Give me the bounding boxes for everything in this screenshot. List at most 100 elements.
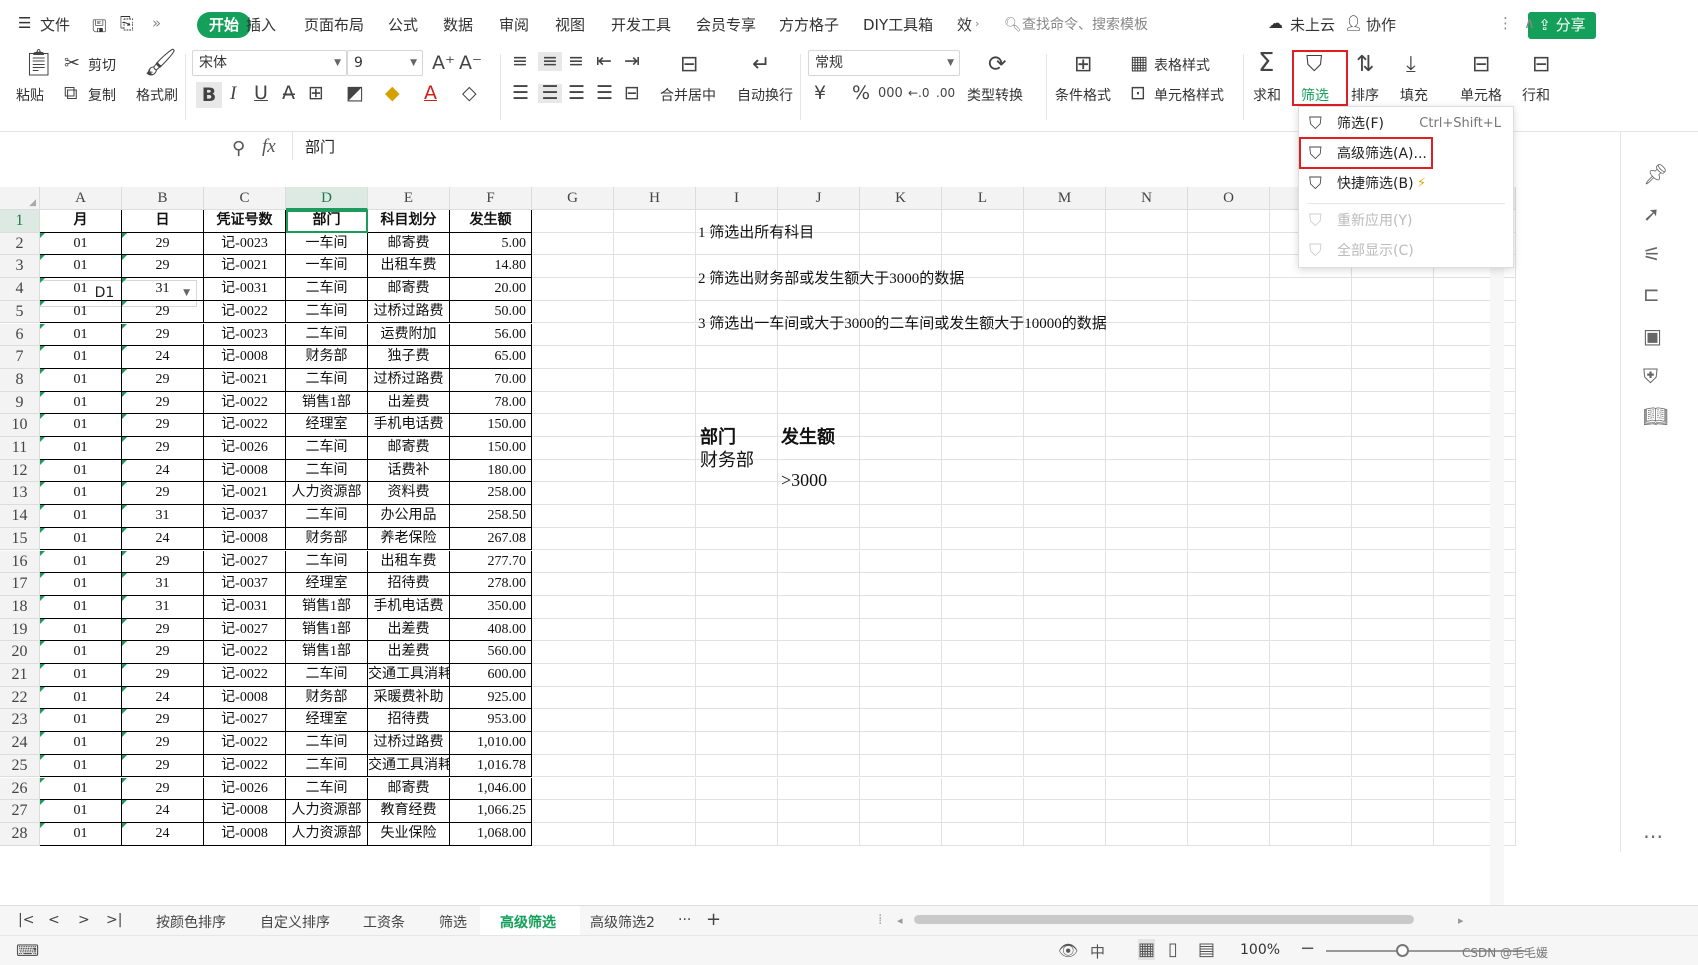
cursor-icon[interactable]: ➚ — [1643, 202, 1660, 226]
empty-cell[interactable] — [942, 595, 1024, 619]
empty-cell[interactable] — [860, 822, 942, 846]
table-cell[interactable]: 资料费 — [368, 482, 450, 506]
empty-cell[interactable] — [1270, 800, 1352, 823]
empty-cell[interactable] — [614, 278, 696, 301]
empty-cell[interactable] — [532, 482, 614, 506]
empty-cell[interactable] — [1188, 527, 1270, 551]
scroll-left-icon[interactable]: ◂ — [897, 914, 903, 927]
table-cell[interactable]: 78.00 — [450, 391, 532, 415]
book-icon[interactable]: 📖︎ — [1643, 404, 1668, 428]
eye-protection-icon[interactable]: 👁︎ — [1058, 941, 1078, 960]
table-cell[interactable]: 01 — [40, 459, 122, 483]
empty-cell[interactable] — [1188, 414, 1270, 437]
empty-cell[interactable] — [696, 573, 778, 596]
row-header-16[interactable]: 16 — [0, 550, 40, 574]
hamburger-icon[interactable]: ☰ — [18, 14, 31, 32]
empty-cell[interactable] — [614, 232, 696, 256]
sheet-tab-payslip[interactable]: 工资条 — [363, 912, 405, 932]
empty-cell[interactable] — [860, 232, 942, 256]
empty-cell[interactable] — [860, 709, 942, 733]
tab-formulas[interactable]: 公式 — [388, 14, 418, 35]
table-cell[interactable]: 记-0022 — [204, 641, 286, 664]
table-cell[interactable]: 过桥过路费 — [368, 368, 450, 392]
select-all-corner[interactable]: ◢ — [0, 187, 40, 210]
row-header-27[interactable]: 27 — [0, 800, 40, 823]
empty-cell[interactable] — [860, 391, 942, 415]
zoom-slider-handle[interactable] — [1396, 944, 1409, 957]
column-header-c[interactable]: C — [204, 187, 286, 210]
share-button[interactable]: ⇪ 分享 — [1528, 12, 1596, 39]
table-cell[interactable]: 29 — [122, 391, 204, 415]
empty-cell[interactable] — [1352, 732, 1434, 755]
table-cell[interactable]: 01 — [40, 414, 122, 437]
table-cell[interactable]: 记-0008 — [204, 822, 286, 846]
table-cell[interactable]: 65.00 — [450, 346, 532, 369]
table-cell[interactable]: 记-0022 — [204, 414, 286, 437]
empty-cell[interactable] — [778, 822, 860, 846]
empty-cell[interactable] — [1270, 686, 1352, 710]
empty-cell[interactable] — [1188, 573, 1270, 596]
empty-cell[interactable] — [942, 459, 1024, 483]
table-cell[interactable]: 01 — [40, 346, 122, 369]
fill-button[interactable]: 填充 — [1400, 85, 1428, 105]
menu-item-filter[interactable]: ⛉ 筛选(F) Ctrl+Shift+L — [1299, 109, 1513, 139]
clear-format-icon[interactable]: ◇ — [462, 84, 477, 103]
empty-cell[interactable] — [1106, 278, 1188, 301]
table-cell[interactable]: 01 — [40, 709, 122, 733]
input-method-icon[interactable]: 中 — [1090, 941, 1105, 962]
empty-cell[interactable] — [1352, 664, 1434, 687]
table-cell[interactable]: 手机电话费 — [368, 414, 450, 437]
empty-cell[interactable] — [1106, 777, 1188, 801]
empty-cell[interactable] — [696, 641, 778, 664]
table-cell[interactable]: 销售1部 — [286, 595, 368, 619]
empty-cell[interactable] — [532, 595, 614, 619]
table-cell[interactable]: 财务部 — [286, 346, 368, 369]
empty-cell[interactable] — [1106, 664, 1188, 687]
decrease-decimal-icon[interactable]: .00 — [936, 84, 955, 103]
empty-cell[interactable] — [532, 641, 614, 664]
empty-cell[interactable] — [1352, 550, 1434, 574]
table-cell[interactable]: 记-0031 — [204, 595, 286, 619]
sheet-tab-color-sort[interactable]: 按颜色排序 — [156, 912, 226, 932]
save-icon[interactable]: 🖫 — [92, 14, 106, 43]
empty-cell[interactable] — [1188, 323, 1270, 347]
empty-cell[interactable] — [1024, 278, 1106, 301]
empty-cell[interactable] — [532, 323, 614, 347]
empty-cell[interactable] — [696, 686, 778, 710]
empty-cell[interactable] — [778, 641, 860, 664]
format-painter-button[interactable]: 格式刷 — [136, 85, 178, 105]
empty-cell[interactable] — [1024, 368, 1106, 392]
table-cell[interactable]: 29 — [122, 550, 204, 574]
table-header-cell[interactable]: 月 — [40, 210, 122, 233]
row-header-28[interactable]: 28 — [0, 822, 40, 846]
tab-diy-toolbox[interactable]: DIY工具箱 — [863, 14, 933, 35]
table-cell[interactable]: 记-0022 — [204, 300, 286, 324]
empty-cell[interactable] — [860, 459, 942, 483]
empty-cell[interactable] — [696, 527, 778, 551]
row-header-11[interactable]: 11 — [0, 437, 40, 460]
table-cell[interactable]: 记-0031 — [204, 278, 286, 301]
empty-cell[interactable] — [1024, 686, 1106, 710]
empty-cell[interactable] — [1024, 346, 1106, 369]
empty-cell[interactable] — [1106, 527, 1188, 551]
table-cell[interactable]: 记-0008 — [204, 527, 286, 551]
empty-cell[interactable] — [614, 527, 696, 551]
empty-cell[interactable] — [1188, 459, 1270, 483]
empty-cell[interactable] — [1024, 732, 1106, 755]
selected-cell-d1[interactable]: 部门 — [286, 210, 368, 233]
table-cell[interactable]: 出租车费 — [368, 550, 450, 574]
empty-cell[interactable] — [1352, 368, 1434, 392]
table-cell[interactable]: 二车间 — [286, 459, 368, 483]
empty-cell[interactable] — [942, 732, 1024, 755]
table-cell[interactable]: 记-0008 — [204, 459, 286, 483]
empty-cell[interactable] — [778, 368, 860, 392]
row-header-23[interactable]: 23 — [0, 709, 40, 733]
sheet-tab-advanced-filter-2[interactable]: 高级筛选2 — [590, 912, 655, 932]
table-cell[interactable]: 01 — [40, 822, 122, 846]
empty-cell[interactable] — [942, 346, 1024, 369]
empty-cell[interactable] — [778, 732, 860, 755]
empty-cell[interactable] — [1024, 777, 1106, 801]
empty-cell[interactable] — [942, 414, 1024, 437]
first-sheet-icon[interactable]: |< — [18, 912, 34, 928]
empty-cell[interactable] — [860, 437, 942, 460]
